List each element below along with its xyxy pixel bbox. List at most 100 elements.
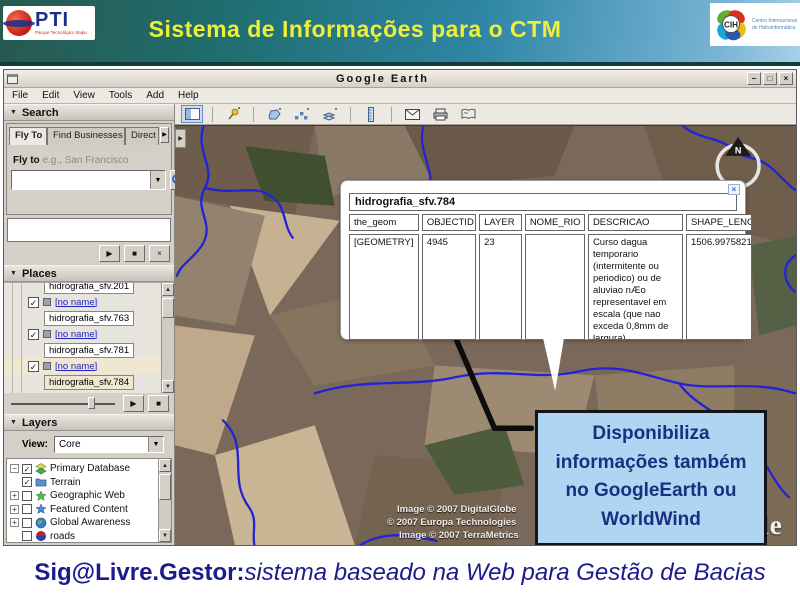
search-form: Fly To Find Businesses Direct ▶ Fly to e… <box>6 123 186 215</box>
layer-primary-database[interactable]: − ✓ Primary Database <box>7 462 171 476</box>
places-item-selected[interactable]: hidrografia_sfv.784 <box>4 374 174 390</box>
places-item-selected[interactable]: ✓ [no name] <box>4 358 174 374</box>
collapse-triangle-icon: ▼ <box>10 270 17 277</box>
image-overlay-icon <box>322 107 337 121</box>
layer-terrain[interactable]: ✓ Terrain <box>7 476 171 490</box>
featured-content-star-icon <box>35 503 47 515</box>
layer-roads[interactable]: roads <box>7 530 171 543</box>
layers-tree: − ✓ Primary Database ✓ Terrain + Geograp… <box>6 458 172 543</box>
table-cell: Curso dagua temporario (intermitente ou … <box>587 234 683 340</box>
menu-file[interactable]: File <box>12 90 28 101</box>
places-item[interactable]: ✓ [no name] <box>4 326 174 342</box>
checkbox-unchecked[interactable] <box>22 504 32 515</box>
tab-directions[interactable]: Direct <box>125 127 159 145</box>
window-titlebar[interactable]: Google Earth − □ × <box>4 70 796 88</box>
search-panel-header[interactable]: ▼ Search <box>4 104 174 121</box>
slide-title: Sistema de Informações para o CTM <box>148 16 562 42</box>
placemark-link[interactable]: [no name] <box>55 329 97 340</box>
places-item[interactable]: ✓ [no name] <box>4 294 174 310</box>
sidebar-collapse-button[interactable]: ▶ <box>175 129 186 148</box>
places-item[interactable]: hidrografia_sfv.201 <box>4 283 174 294</box>
menu-help[interactable]: Help <box>178 90 199 101</box>
search-results-box[interactable] <box>7 218 171 242</box>
add-image-overlay-button[interactable] <box>319 105 341 123</box>
balloon-close-icon[interactable]: × <box>728 184 740 195</box>
checkbox-checked[interactable]: ✓ <box>22 463 32 474</box>
places-panel-header[interactable]: ▼ Places <box>4 265 174 282</box>
scroll-up-icon[interactable]: ▲ <box>159 459 171 472</box>
layer-global-awareness[interactable]: + Global Awareness <box>7 516 171 530</box>
layers-scrollbar[interactable]: ▲ ▼ <box>158 459 171 542</box>
placemark-link[interactable]: [no name] <box>55 361 97 372</box>
select-dropdown-arrow-icon[interactable]: ▼ <box>148 437 163 452</box>
column-header: the_geom <box>349 214 419 231</box>
column-header: SHAPE_LENG <box>685 214 752 231</box>
table-cell: 4945 <box>421 234 477 340</box>
tab-overflow-button[interactable]: ▶ <box>160 127 169 143</box>
view-select[interactable]: Core ▼ <box>53 436 164 453</box>
play-tour-button[interactable]: ▶ <box>123 395 144 412</box>
view-in-google-maps-button[interactable] <box>457 105 479 123</box>
minimize-button[interactable]: − <box>747 72 761 85</box>
add-path-button[interactable] <box>291 105 313 123</box>
add-polygon-button[interactable] <box>263 105 285 123</box>
map-viewport[interactable]: N ▶ Image © 2007 DigitalGlobe © 2007 Eur… <box>175 125 796 545</box>
slider-thumb[interactable] <box>88 397 96 409</box>
geographic-web-star-icon <box>35 490 47 501</box>
places-item[interactable]: hidrografia_sfv.763 <box>4 310 174 326</box>
clear-results-button[interactable]: × <box>149 245 170 262</box>
flyto-dropdown-arrow-icon[interactable]: ▼ <box>150 171 165 189</box>
map-attribution: Image © 2007 DigitalGlobe © 2007 Europa … <box>387 504 519 541</box>
menu-edit[interactable]: Edit <box>42 90 59 101</box>
layer-geographic-web[interactable]: + Geographic Web <box>7 489 171 503</box>
expand-expander-icon[interactable]: + <box>10 491 19 501</box>
scroll-up-icon[interactable]: ▲ <box>162 283 174 296</box>
maximize-button[interactable]: □ <box>763 72 777 85</box>
collapse-expander-icon[interactable]: − <box>10 464 19 474</box>
flyto-input[interactable] <box>12 171 150 189</box>
opacity-slider[interactable] <box>9 396 119 411</box>
layers-panel-header[interactable]: ▼ Layers <box>4 414 174 431</box>
checkbox-unchecked[interactable] <box>22 517 32 528</box>
ruler-button[interactable] <box>360 105 382 123</box>
menubar: File Edit View Tools Add Help <box>4 88 796 104</box>
placemark-icon <box>43 298 51 306</box>
window-icon <box>7 73 18 84</box>
menu-view[interactable]: View <box>73 90 95 101</box>
google-earth-window: Google Earth − □ × File Edit View Tools … <box>3 69 797 546</box>
layer-featured-content[interactable]: + Featured Content <box>7 503 171 517</box>
add-placemark-button[interactable] <box>222 105 244 123</box>
email-button[interactable] <box>401 105 423 123</box>
checkbox-unchecked[interactable] <box>22 531 32 542</box>
checkbox-checked[interactable]: ✓ <box>28 360 39 372</box>
tab-find-businesses[interactable]: Find Businesses <box>47 127 125 145</box>
expand-expander-icon[interactable]: + <box>10 518 19 528</box>
show-sidebar-button[interactable] <box>181 105 203 123</box>
cih-logo: CIH Centro Internacional de Hidroinformá… <box>710 3 800 46</box>
cih-subtitle-1: Centro Internacional <box>752 18 798 24</box>
stop-tour-button[interactable]: ■ <box>148 395 169 412</box>
play-tour-button[interactable]: ▶ <box>99 245 120 262</box>
scroll-down-icon[interactable]: ▼ <box>159 529 171 542</box>
checkbox-checked[interactable]: ✓ <box>28 296 39 308</box>
expand-expander-icon[interactable]: + <box>10 504 19 514</box>
placemark-pin-icon <box>228 107 240 120</box>
checkbox-checked[interactable]: ✓ <box>22 477 32 488</box>
scroll-down-icon[interactable]: ▼ <box>162 380 174 393</box>
menu-add[interactable]: Add <box>146 90 164 101</box>
table-cell: [GEOMETRY] <box>349 234 419 340</box>
scroll-thumb[interactable] <box>162 298 174 318</box>
placemark-icon <box>43 362 51 370</box>
places-scrollbar[interactable]: ▲ ▼ <box>161 283 174 393</box>
checkbox-checked[interactable]: ✓ <box>28 328 39 340</box>
placemark-link[interactable]: [no name] <box>55 297 97 308</box>
close-button[interactable]: × <box>779 72 793 85</box>
sidebar-toggle-icon <box>184 108 200 120</box>
print-button[interactable] <box>429 105 451 123</box>
checkbox-unchecked[interactable] <box>22 490 32 501</box>
menu-tools[interactable]: Tools <box>109 90 132 101</box>
places-item[interactable]: hidrografia_sfv.781 <box>4 342 174 358</box>
stop-tour-button[interactable]: ■ <box>124 245 145 262</box>
scroll-thumb[interactable] <box>159 474 171 500</box>
tab-fly-to[interactable]: Fly To <box>9 127 47 145</box>
